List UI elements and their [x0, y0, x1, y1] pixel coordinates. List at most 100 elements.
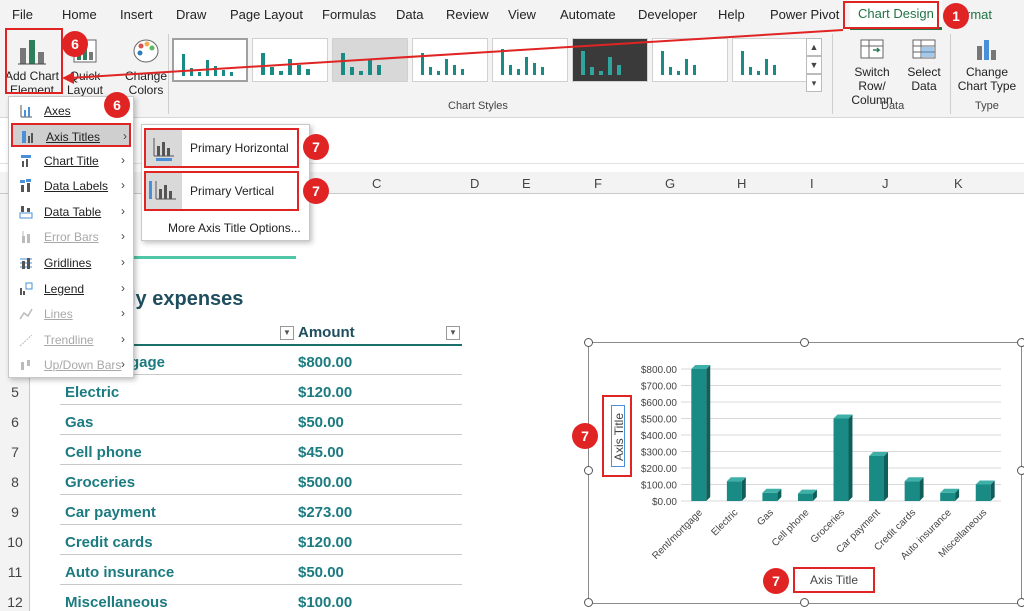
menu-item-axis-titles[interactable]: Axis Titles ›: [11, 123, 131, 147]
chart-style-1[interactable]: [172, 38, 248, 82]
table-cell-category[interactable]: Cell phone: [65, 444, 142, 461]
resize-handle[interactable]: [800, 598, 809, 607]
table-cell-amount[interactable]: $120.00: [298, 384, 352, 401]
tab-power-pivot[interactable]: Power Pivot: [770, 7, 839, 22]
resize-handle[interactable]: [1017, 598, 1024, 607]
tab-format[interactable]: rmat: [966, 7, 992, 22]
table-cell-category[interactable]: Auto insurance: [65, 564, 174, 581]
more-axis-title-options[interactable]: More Axis Title Options...: [168, 221, 301, 235]
tab-developer[interactable]: Developer: [638, 7, 697, 22]
resize-handle[interactable]: [584, 466, 593, 475]
menu-item-data-table[interactable]: Data Table ›: [11, 200, 131, 224]
table-cell-amount[interactable]: $120.00: [298, 534, 352, 551]
table-cell-amount[interactable]: $50.00: [298, 564, 344, 581]
change-chart-type-button[interactable]: Change Chart Type: [954, 36, 1020, 93]
primary-horizontal-option[interactable]: Primary Horizontal: [144, 128, 299, 168]
menu-item-legend[interactable]: Legend ›: [11, 277, 131, 301]
tab-file[interactable]: File: [12, 7, 33, 22]
tab-home[interactable]: Home: [62, 7, 97, 22]
col-header-k[interactable]: K: [954, 176, 963, 191]
tab-formulas[interactable]: Formulas: [322, 7, 376, 22]
select-data-button[interactable]: Select Data: [904, 36, 944, 93]
row-header-12[interactable]: 12: [0, 594, 30, 610]
table-cell-category[interactable]: Electric: [65, 384, 119, 401]
table-cell-amount[interactable]: $100.00: [298, 594, 352, 611]
table-cell-amount[interactable]: $273.00: [298, 504, 352, 521]
chart-style-4[interactable]: [412, 38, 488, 82]
chart-area[interactable]: $0.00 $100.00 $200.00 $300.00 $400.00 $500.00…: [588, 342, 1022, 604]
switch-row-column-button[interactable]: Switch Row/ Column: [840, 36, 904, 107]
chart-styles-scroll-down[interactable]: ▼: [806, 56, 822, 74]
table-cell-amount[interactable]: $45.00: [298, 444, 344, 461]
table-cell-category[interactable]: gage: [130, 354, 165, 371]
primary-horizontal-icon-box: [146, 130, 182, 166]
chart-style-8[interactable]: [732, 38, 808, 82]
step-badge-6: 6: [62, 31, 88, 57]
vertical-axis-title[interactable]: Axis Title: [602, 395, 632, 477]
menu-item-chart-title[interactable]: Chart Title ›: [11, 149, 131, 173]
resize-handle[interactable]: [584, 338, 593, 347]
row-header-5[interactable]: 5: [0, 384, 30, 400]
col-header-c[interactable]: C: [372, 176, 381, 191]
row-header-8[interactable]: 8: [0, 474, 30, 490]
menu-item-trendline[interactable]: Trendline ›: [11, 328, 131, 352]
table-cell-category[interactable]: Gas: [65, 414, 93, 431]
chart-style-2[interactable]: [252, 38, 328, 82]
col-header-f[interactable]: F: [594, 176, 602, 191]
tab-data[interactable]: Data: [396, 7, 423, 22]
step-badge-7: 7: [303, 134, 329, 160]
col-header-i[interactable]: I: [810, 176, 814, 191]
style-7-preview-icon: [661, 51, 696, 75]
row-header-10[interactable]: 10: [0, 534, 30, 550]
bar: [975, 484, 991, 501]
horizontal-axis-title[interactable]: Axis Title: [793, 567, 875, 593]
tab-view[interactable]: View: [508, 7, 536, 22]
col-header-g[interactable]: G: [665, 176, 675, 191]
select-data-line2: Data: [911, 79, 937, 93]
menu-item-gridlines[interactable]: Gridlines ›: [11, 251, 131, 275]
row-header-9[interactable]: 9: [0, 504, 30, 520]
primary-vertical-option[interactable]: Primary Vertical: [144, 171, 299, 211]
table-cell-category[interactable]: Credit cards: [65, 534, 153, 551]
tab-insert[interactable]: Insert: [120, 7, 153, 22]
resize-handle[interactable]: [584, 598, 593, 607]
table-cell-category[interactable]: Miscellaneous: [65, 594, 168, 611]
resize-handle[interactable]: [800, 338, 809, 347]
chart-style-7[interactable]: [652, 38, 728, 82]
row-header-11[interactable]: 11: [0, 564, 30, 580]
chart-style-6[interactable]: [572, 38, 648, 82]
col-header-d[interactable]: D: [470, 176, 479, 191]
tab-review[interactable]: Review: [446, 7, 489, 22]
filter-dropdown-icon[interactable]: ▼: [280, 326, 294, 340]
table-cell-category[interactable]: Car payment: [65, 504, 156, 521]
chart-style-3[interactable]: [332, 38, 408, 82]
tab-help[interactable]: Help: [718, 7, 745, 22]
tab-automate[interactable]: Automate: [560, 7, 616, 22]
table-cell-amount[interactable]: $500.00: [298, 474, 352, 491]
table-cell-category[interactable]: Groceries: [65, 474, 135, 491]
col-header-h[interactable]: H: [737, 176, 746, 191]
menu-item-updown-bars[interactable]: Up/Down Bars ›: [11, 353, 131, 377]
change-colors-button[interactable]: Change Colors: [118, 36, 174, 97]
menu-item-data-labels[interactable]: Data Labels ›: [11, 174, 131, 198]
bar-side: [706, 365, 711, 501]
col-header-j[interactable]: J: [882, 176, 889, 191]
resize-handle[interactable]: [1017, 466, 1024, 475]
col-header-e[interactable]: E: [522, 176, 531, 191]
row-header-7[interactable]: 7: [0, 444, 30, 460]
menu-item-error-bars[interactable]: Error Bars ›: [11, 225, 131, 249]
chart-style-5[interactable]: [492, 38, 568, 82]
table-cell-amount[interactable]: $800.00: [298, 354, 352, 371]
resize-handle[interactable]: [1017, 338, 1024, 347]
row-header-6[interactable]: 6: [0, 414, 30, 430]
row-divider: [60, 404, 462, 405]
menu-item-lines[interactable]: Lines ›: [11, 302, 131, 326]
amount-header: Amount: [298, 324, 355, 341]
amount-filter-dropdown-icon[interactable]: ▼: [446, 326, 460, 340]
tab-page-layout[interactable]: Page Layout: [230, 7, 303, 22]
table-cell-amount[interactable]: $50.00: [298, 414, 344, 431]
chart-styles-more[interactable]: ▾: [806, 74, 822, 92]
tab-draw[interactable]: Draw: [176, 7, 206, 22]
chart-styles-scroll-up[interactable]: ▲: [806, 38, 822, 56]
vertical-axis-title-text[interactable]: Axis Title: [612, 406, 626, 468]
